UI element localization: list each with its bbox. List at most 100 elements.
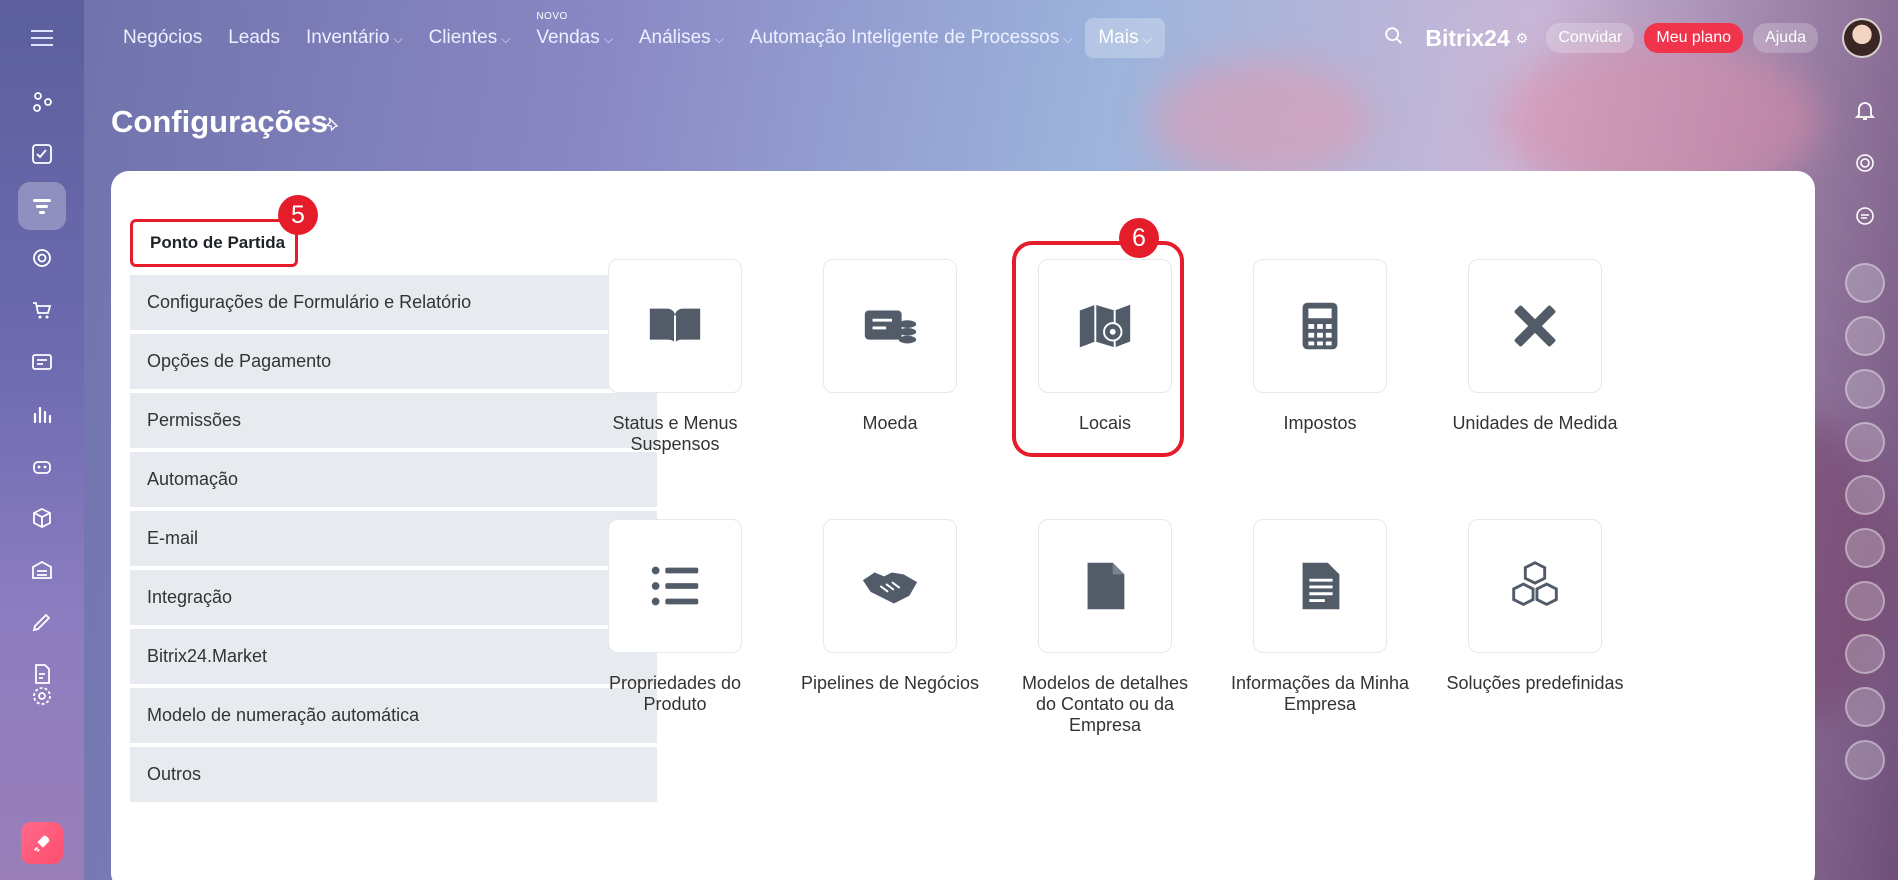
chat-avatar-icon[interactable] <box>1845 316 1885 356</box>
tile-icon-box <box>1253 519 1387 653</box>
tile-status-menus[interactable]: Status e Menus Suspensos <box>585 259 765 455</box>
brand-logo[interactable]: Bitrix24 <box>1425 25 1509 52</box>
sidebar-item-goals[interactable] <box>18 234 66 282</box>
help-button[interactable]: Ajuda <box>1753 23 1818 53</box>
right-rail <box>1832 90 1898 880</box>
nav-item-automacao[interactable]: Automação Inteligente de Processos ⌵ <box>737 18 1086 58</box>
tile-moeda[interactable]: Moeda <box>800 259 980 434</box>
menu-item[interactable]: Permissões <box>130 393 657 448</box>
sidebar-item-feed[interactable] <box>18 78 66 126</box>
nav-label: Clientes <box>428 27 498 48</box>
menu-burger-icon[interactable] <box>18 24 66 52</box>
fingerprint-icon[interactable] <box>1845 143 1885 183</box>
avatar[interactable] <box>1842 18 1882 58</box>
sidebar-item-tasks[interactable] <box>18 130 66 178</box>
warehouse-icon <box>32 560 52 579</box>
chat-avatar-icon[interactable] <box>1845 422 1885 462</box>
tile-propriedades-produto[interactable]: Propriedades do Produto <box>585 519 765 715</box>
sidebar-item-shop[interactable] <box>18 286 66 334</box>
tile-label: Informações da Minha Empresa <box>1230 673 1410 714</box>
menu-item[interactable]: Integração <box>130 570 657 625</box>
sliders-icon[interactable]: ⚙ <box>1516 30 1529 47</box>
sidebar-item-warehouse[interactable] <box>18 546 66 594</box>
nav-item-vendas[interactable]: NOVO Vendas ⌵ <box>523 11 626 58</box>
tile-label: Unidades de Medida <box>1452 413 1618 433</box>
nav-item-clientes[interactable]: Clientes ⌵ <box>416 18 524 58</box>
file-icon <box>1087 562 1125 610</box>
step-badge-5: 5 <box>278 195 318 235</box>
chevron-down-icon: ⌵ <box>603 32 613 46</box>
document-icon <box>1302 562 1340 610</box>
chat-avatar-icon[interactable] <box>1845 369 1885 409</box>
tile-modelos-detalhes[interactable]: Modelos de detalhes do Contato ou da Emp… <box>1015 519 1195 736</box>
tile-pipelines[interactable]: Pipelines de Negócios <box>800 519 980 694</box>
chat-avatar-icon[interactable] <box>1845 740 1885 780</box>
tile-unidades-medida[interactable]: Unidades de Medida <box>1445 259 1625 434</box>
currency-icon <box>864 310 917 344</box>
chat-avatar-icon[interactable] <box>1845 581 1885 621</box>
bar-chart-icon <box>33 406 52 424</box>
chevron-down-icon: ⌵ <box>714 32 724 46</box>
menu-item[interactable]: E-mail <box>130 511 657 566</box>
menu-item-ponto-de-partida[interactable]: Ponto de Partida <box>130 219 298 267</box>
gear-icon <box>33 687 51 705</box>
list-icon <box>651 566 699 606</box>
new-badge: NOVO <box>536 11 568 22</box>
sidebar-item-crm[interactable] <box>18 182 66 230</box>
step-badge-6: 6 <box>1119 218 1159 258</box>
tile-icon-box <box>1468 259 1602 393</box>
chat-avatar-icon[interactable] <box>1845 528 1885 568</box>
menu-item[interactable]: Automação <box>130 452 657 507</box>
menu-item[interactable]: Bitrix24.Market <box>130 629 657 684</box>
sidebar-item-copilot[interactable] <box>18 442 66 490</box>
chat-avatar-icon[interactable] <box>1845 687 1885 727</box>
nav-item-leads[interactable]: Leads <box>215 18 293 58</box>
menu-item[interactable]: Outros <box>130 747 657 802</box>
highlight-frame <box>1012 241 1184 457</box>
chat-avatar-icon[interactable] <box>1845 475 1885 515</box>
invite-button[interactable]: Convidar <box>1546 23 1635 53</box>
sidebar-item-sign[interactable] <box>18 598 66 646</box>
tile-informacoes-empresa[interactable]: Informações da Minha Empresa <box>1230 519 1410 715</box>
bell-icon[interactable] <box>1845 90 1885 130</box>
chat-sync-icon[interactable] <box>1845 196 1885 236</box>
my-plan-button[interactable]: Meu plano <box>1644 23 1744 53</box>
nav-item-negocios[interactable]: Negócios <box>110 18 215 58</box>
nav-item-inventario[interactable]: Inventário ⌵ <box>293 18 416 58</box>
checkbox-icon <box>32 144 52 164</box>
nav-label: Vendas <box>536 27 600 48</box>
cart-icon <box>33 302 52 319</box>
settings-menu: Ponto de Partida Configurações de Formul… <box>130 219 657 806</box>
tile-label: Pipelines de Negócios <box>800 673 980 693</box>
nav-label: Inventário <box>306 27 390 48</box>
main-nav: Negócios Leads Inventário ⌵ Clientes ⌵ NOV… <box>110 11 1165 58</box>
tile-impostos[interactable]: Impostos <box>1230 259 1410 434</box>
sidebar-item-inventory[interactable] <box>18 494 66 542</box>
ruler-pencil-icon <box>1514 305 1556 347</box>
chat-avatar-icon[interactable] <box>1845 263 1885 303</box>
nav-item-analises[interactable]: Análises ⌵ <box>626 18 737 58</box>
tile-label: Propriedades do Produto <box>608 673 742 714</box>
id-card-icon <box>32 354 52 370</box>
tile-icon-box <box>1468 519 1602 653</box>
tile-icon-box <box>823 519 957 653</box>
sidebar-item-contacts[interactable] <box>18 338 66 386</box>
tile-label: Status e Menus Suspensos <box>612 413 738 454</box>
search-icon[interactable] <box>1383 25 1405 52</box>
left-sidebar <box>0 0 84 880</box>
menu-item[interactable]: Configurações de Formulário e Relatório <box>130 275 657 330</box>
chevron-down-icon: ⌵ <box>393 32 403 46</box>
sidebar-item-analytics[interactable] <box>18 390 66 438</box>
network-icon <box>33 92 52 112</box>
tile-label: Soluções predefinidas <box>1446 673 1624 693</box>
nav-label: Mais <box>1098 27 1139 48</box>
menu-item[interactable]: Opções de Pagamento <box>130 334 657 389</box>
rocket-icon[interactable] <box>21 822 63 864</box>
sidebar-item-settings[interactable] <box>18 672 66 720</box>
nav-item-mais[interactable]: Mais ⌵ <box>1085 18 1165 58</box>
chat-avatar-icon[interactable] <box>1845 634 1885 674</box>
robot-icon <box>33 461 51 474</box>
pin-icon[interactable] <box>323 116 339 137</box>
tile-solucoes-predefinidas[interactable]: Soluções predefinidas <box>1445 519 1625 694</box>
menu-item[interactable]: Modelo de numeração automática <box>130 688 657 743</box>
